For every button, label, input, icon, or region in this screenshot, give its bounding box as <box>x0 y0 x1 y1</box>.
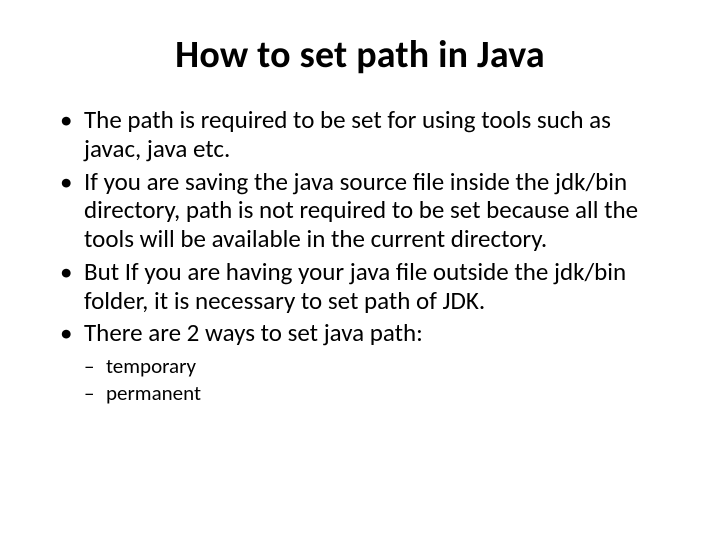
bullet-list: The path is required to be set for using… <box>48 106 672 348</box>
sub-bullet-item: temporary <box>84 354 672 379</box>
sub-bullet-item: permanent <box>84 381 672 406</box>
bullet-item: But If you are having your java file out… <box>56 258 672 316</box>
sub-bullet-list: temporary permanent <box>48 354 672 406</box>
bullet-item: There are 2 ways to set java path: <box>56 319 672 348</box>
slide-title: How to set path in Java <box>48 32 672 78</box>
bullet-item: If you are saving the java source file i… <box>56 168 672 254</box>
slide: How to set path in Java The path is requ… <box>0 0 720 540</box>
bullet-item: The path is required to be set for using… <box>56 106 672 164</box>
